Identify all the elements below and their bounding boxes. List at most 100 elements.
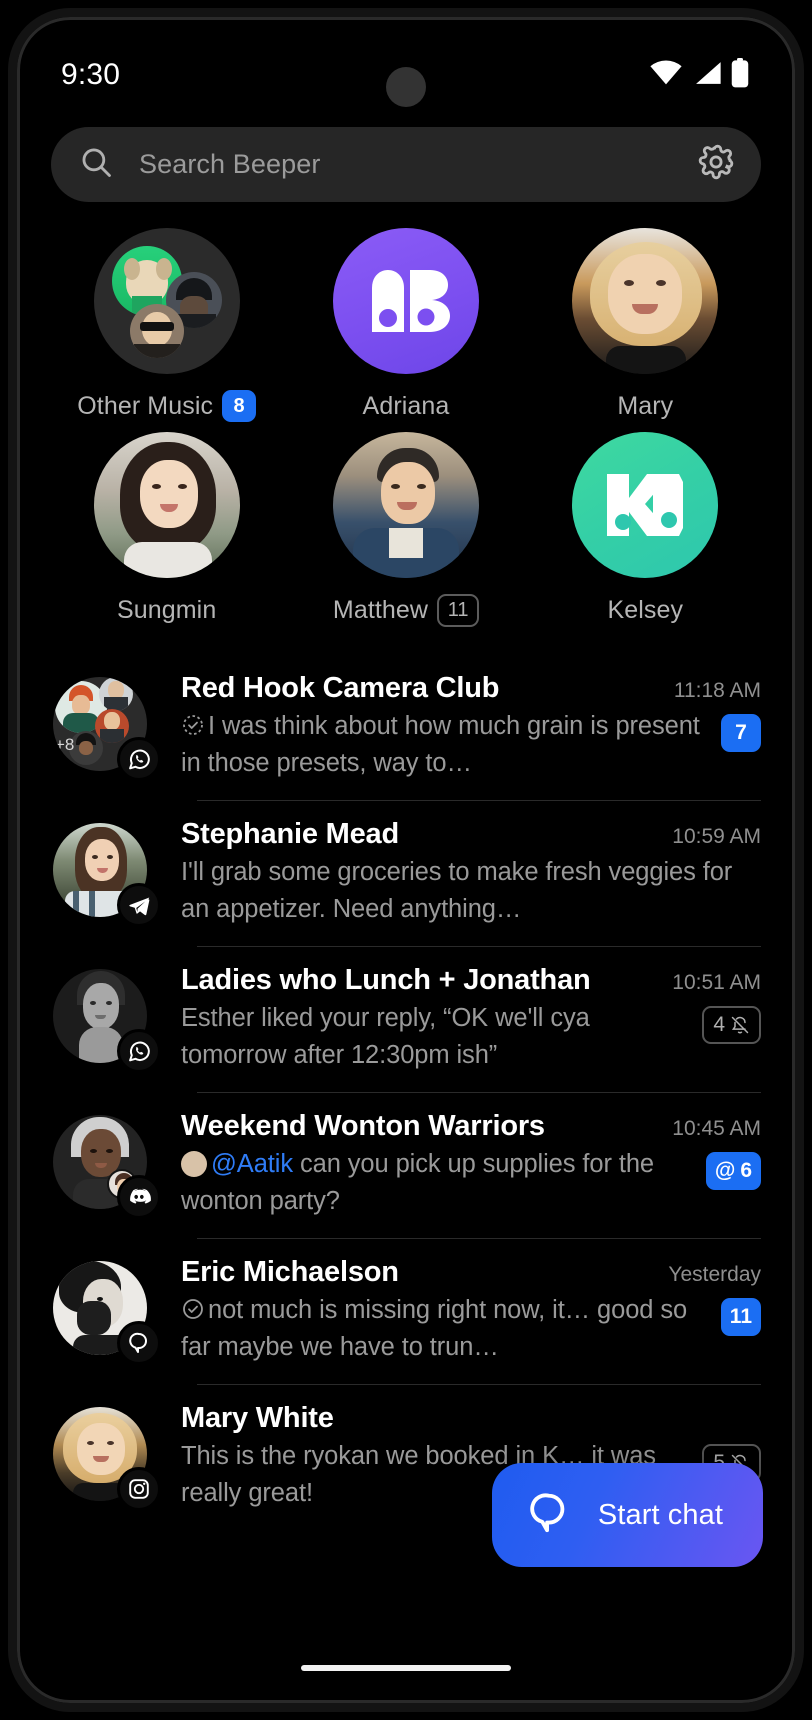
- chat-preview: I was think about how much grain is pres…: [181, 708, 707, 782]
- chat-title: Ladies who Lunch + Jonathan: [181, 964, 591, 996]
- chat-title: Weekend Wonton Warriors: [181, 1110, 545, 1142]
- avatar: [49, 1401, 161, 1513]
- mention-prefix: @: [714, 1159, 736, 1182]
- gear-icon[interactable]: [697, 143, 735, 186]
- chat-timestamp: Yesterday: [668, 1263, 761, 1286]
- pinned-item-mary[interactable]: Mary: [526, 228, 765, 424]
- chat-preview: Esther liked your reply, “OK we'll cya t…: [181, 1000, 688, 1074]
- mention-unread-badge: @6: [705, 1152, 761, 1190]
- chat-preview-text: not much is missing right now, it… good …: [181, 1296, 688, 1361]
- pinned-item-matthew[interactable]: Matthew 11: [286, 432, 525, 628]
- chat-meta: 4: [702, 1000, 761, 1044]
- discord-icon: [117, 1175, 161, 1219]
- telegram-icon: [117, 883, 161, 927]
- beeper-chat-icon: [526, 1490, 572, 1541]
- chat-title: Stephanie Mead: [181, 818, 399, 850]
- pinned-item-label: Adriana: [362, 391, 450, 420]
- unread-badge: 7: [721, 714, 761, 752]
- chat-preview-text: I'll grab some groceries to make fresh v…: [181, 858, 733, 923]
- search-input[interactable]: Search Beeper: [139, 149, 697, 180]
- pinned-label-row: Other Music 8: [77, 388, 257, 424]
- pinned-item-label: Kelsey: [607, 595, 684, 624]
- cellular-signal-icon: [692, 60, 722, 91]
- phone-frame: 9:30 Search Beeper Other Music 8 Adriana…: [8, 8, 804, 1712]
- avatar: [49, 1109, 161, 1221]
- chat-preview-text: I was think about how much grain is pres…: [181, 712, 700, 777]
- pinned-item-sungmin[interactable]: Sungmin: [47, 432, 286, 628]
- pinned-item-label: Other Music: [77, 391, 214, 420]
- chat-preview-mention: @Aatik: [211, 1150, 293, 1178]
- whatsapp-icon: [117, 1029, 161, 1073]
- avatar: [93, 432, 240, 578]
- unread-count: 6: [740, 1159, 752, 1182]
- pinned-item-label: Sungmin: [116, 595, 217, 624]
- avatar: [49, 1255, 161, 1367]
- check-circle-icon: [183, 1299, 203, 1319]
- chat-content: Red Hook Camera Club 11:18 AM I was thin…: [181, 672, 761, 782]
- dashed-check-circle-icon: [183, 715, 203, 735]
- pinned-item-kelsey[interactable]: Kelsey: [526, 432, 765, 628]
- pinned-item-other-music[interactable]: Other Music 8: [47, 228, 286, 424]
- avatar-overflow-count: +8: [55, 735, 75, 754]
- chat-content: Stephanie Mead 10:59 AM I'll grab some g…: [181, 818, 761, 928]
- kb-logo-icon: [607, 474, 684, 536]
- pinned-chats-grid: Other Music 8 Adriana Mary Sungmin Matth…: [27, 202, 785, 628]
- wifi-icon: [649, 59, 683, 91]
- avatar: [572, 228, 719, 374]
- chat-content: Weekend Wonton Warriors 10:45 AM @Aatik …: [181, 1110, 761, 1220]
- battery-icon: [731, 57, 749, 93]
- camera-punch-hole: [386, 67, 426, 107]
- pinned-item-label: Mary: [617, 391, 674, 420]
- chat-content: Eric Michaelson Yesterday not much is mi…: [181, 1256, 761, 1366]
- muted-unread-badge: 4: [702, 1006, 761, 1044]
- chat-meta: 7: [721, 708, 761, 752]
- pinned-label-row: Kelsey: [608, 592, 684, 628]
- pinned-label-row: Adriana: [363, 388, 450, 424]
- table-row[interactable]: Eric Michaelson Yesterday not much is mi…: [27, 1238, 785, 1384]
- avatar: [93, 228, 240, 374]
- chat-preview-text: Esther liked your reply, “OK we'll cya t…: [181, 1004, 590, 1069]
- chat-content: Ladies who Lunch + Jonathan 10:51 AM Est…: [181, 964, 761, 1074]
- chat-title: Eric Michaelson: [181, 1256, 399, 1288]
- ab-logo-icon: [371, 270, 450, 332]
- avatar: [572, 432, 719, 578]
- whatsapp-icon: [117, 737, 161, 781]
- chat-preview: not much is missing right now, it… good …: [181, 1292, 707, 1366]
- pinned-label-row: Matthew 11: [333, 592, 480, 628]
- phone-screen: 9:30 Search Beeper Other Music 8 Adriana…: [27, 27, 785, 1693]
- home-indicator: [301, 1665, 511, 1671]
- search-icon: [79, 145, 113, 184]
- table-row[interactable]: Ladies who Lunch + Jonathan 10:51 AM Est…: [27, 946, 785, 1092]
- chat-meta: 11: [720, 1292, 761, 1336]
- pinned-item-adriana[interactable]: Adriana: [286, 228, 525, 424]
- avatar: [49, 817, 161, 929]
- avatar: [332, 432, 479, 578]
- unread-badge: 11: [720, 1298, 761, 1336]
- avatar: +8: [49, 671, 161, 783]
- avatar: [332, 228, 479, 374]
- chat-meta: @6: [705, 1146, 761, 1190]
- status-time: 9:30: [61, 58, 121, 91]
- chat-preview: I'll grab some groceries to make fresh v…: [181, 854, 761, 928]
- sender-avatar-icon: [181, 1151, 207, 1177]
- start-chat-label: Start chat: [597, 1498, 723, 1531]
- status-icons: [649, 57, 749, 93]
- chat-timestamp: 11:18 AM: [673, 679, 761, 702]
- chat-timestamp: 10:51 AM: [672, 971, 761, 994]
- chat-title: Red Hook Camera Club: [181, 672, 500, 704]
- table-row[interactable]: Weekend Wonton Warriors 10:45 AM @Aatik …: [27, 1092, 785, 1238]
- pinned-label-row: Mary: [617, 388, 673, 424]
- muted-count: 4: [713, 1013, 725, 1036]
- unread-badge: 11: [437, 593, 480, 627]
- beeper-icon: [117, 1321, 161, 1365]
- start-chat-button[interactable]: Start chat: [491, 1463, 763, 1567]
- pinned-label-row: Sungmin: [117, 592, 216, 628]
- chat-title: Mary White: [181, 1402, 334, 1434]
- chat-list: +8 Red Hook Camera Club 11:18 AM I was t…: [27, 654, 785, 1530]
- avatar: [49, 963, 161, 1075]
- unread-badge: 8: [222, 390, 257, 422]
- table-row[interactable]: +8 Red Hook Camera Club 11:18 AM I was t…: [27, 654, 785, 800]
- table-row[interactable]: Stephanie Mead 10:59 AM I'll grab some g…: [27, 800, 785, 946]
- chat-timestamp: 10:59 AM: [672, 825, 761, 848]
- search-bar[interactable]: Search Beeper: [51, 127, 761, 202]
